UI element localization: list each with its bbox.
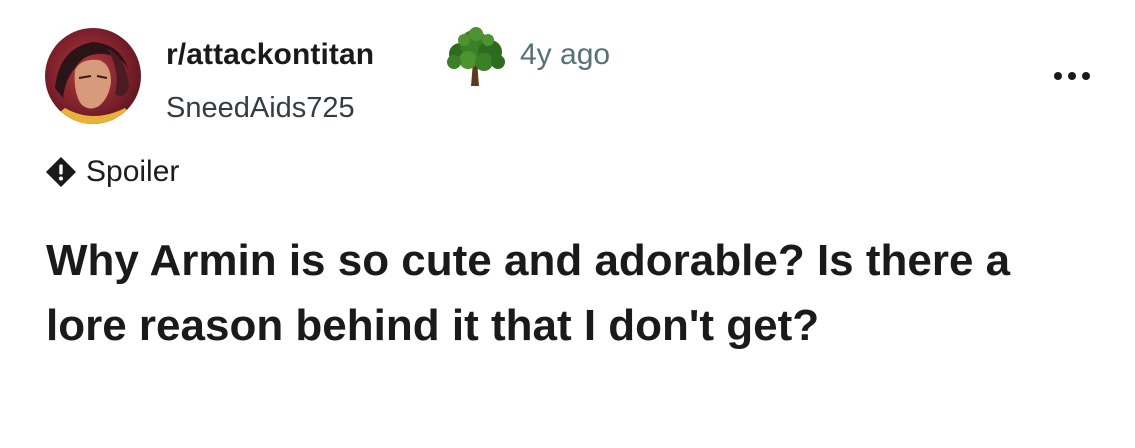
exclamation-icon — [46, 157, 76, 187]
subreddit-name[interactable]: r/attackontitan — [166, 38, 374, 72]
post-card[interactable]: r/attackontitan 4y ago SneedAids725 Spoi… — [0, 0, 1135, 448]
subreddit-avatar[interactable] — [45, 28, 141, 124]
post-title[interactable]: Why Armin is so cute and adorable? Is th… — [46, 228, 1086, 358]
more-options-icon[interactable] — [1050, 64, 1094, 88]
avatar-image — [45, 42, 141, 124]
post-age: 4y ago — [520, 38, 611, 71]
spoiler-tag: Spoiler — [46, 152, 179, 192]
spoiler-label: Spoiler — [86, 155, 180, 188]
tree-icon — [440, 24, 510, 88]
author-username[interactable]: SneedAids725 — [166, 92, 355, 125]
